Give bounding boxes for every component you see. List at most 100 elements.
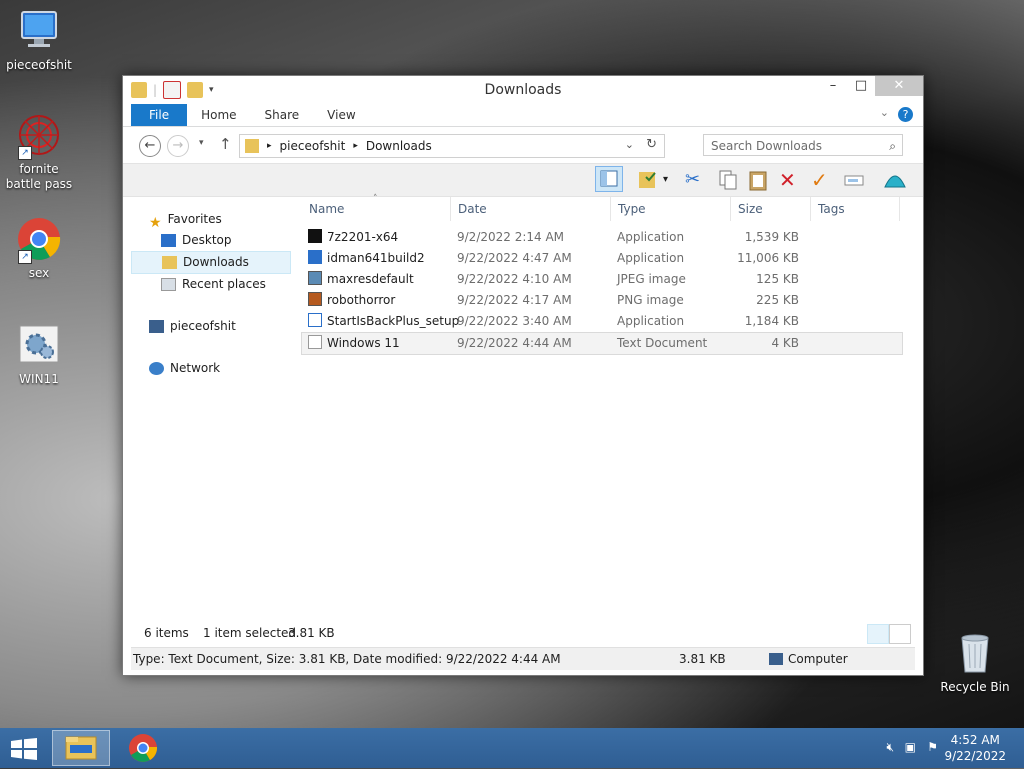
sort-caret-icon: ˄: [373, 194, 378, 204]
chrome-icon: ↗: [16, 216, 62, 264]
file-name: Windows 11: [327, 336, 400, 350]
recycle-bin-icon: [952, 630, 998, 676]
back-button[interactable]: ←: [139, 135, 161, 157]
column-header-date[interactable]: Date: [450, 197, 611, 221]
start-button[interactable]: [10, 738, 38, 760]
cut-icon[interactable]: ✂: [685, 169, 707, 191]
nav-network[interactable]: Network: [131, 358, 291, 379]
file-row-selected[interactable]: Windows 11 9/22/2022 4:44 AM Text Docume…: [301, 332, 903, 355]
details-location: Computer: [788, 652, 848, 666]
desktop-icon-label: fornite battle pass: [5, 162, 73, 191]
delete-icon[interactable]: ✕: [779, 169, 801, 191]
file-name: robothorror: [327, 293, 396, 307]
desktop-icon-label: sex: [28, 266, 50, 280]
column-header-type[interactable]: Type: [610, 197, 731, 221]
computer-small-icon: [769, 653, 783, 665]
dropdown-arrow-icon[interactable]: ▾: [663, 169, 673, 191]
star-icon: ★: [149, 215, 162, 231]
shell-icon[interactable]: [883, 169, 906, 191]
nav-downloads[interactable]: Downloads: [131, 251, 291, 274]
address-bar[interactable]: ▸ pieceofshit ▸ Downloads ⌄ ↻: [239, 134, 665, 158]
breadcrumb-downloads[interactable]: Downloads: [366, 139, 432, 153]
desktop-icon-fornite[interactable]: ↗ fornite battle pass: [1, 112, 77, 192]
taskbar-chrome[interactable]: [114, 730, 172, 766]
downloads-folder-icon: [245, 139, 259, 153]
paste-icon[interactable]: [747, 169, 769, 191]
file-date: 9/22/2022 3:40 AM: [457, 314, 572, 328]
preview-pane-icon[interactable]: [595, 166, 623, 192]
column-header-tags[interactable]: Tags: [810, 197, 900, 221]
checkmark-icon[interactable]: ✓: [811, 169, 833, 191]
search-input[interactable]: Search Downloads ⌕: [703, 134, 903, 156]
file-row[interactable]: robothorror 9/22/2022 4:17 AM PNG image …: [301, 290, 903, 311]
file-date: 9/2/2022 2:14 AM: [457, 230, 565, 244]
help-icon[interactable]: ?: [898, 107, 913, 122]
action-center-icon[interactable]: ⚑: [927, 740, 938, 754]
new-folder-toolbar-icon[interactable]: [637, 169, 659, 191]
file-type: PNG image: [617, 293, 684, 307]
desktop-icon-win11[interactable]: WIN11: [1, 322, 77, 387]
column-header-size[interactable]: Size: [730, 197, 811, 221]
clock-time: 4:52 AM: [950, 733, 1000, 747]
file-type: Application: [617, 314, 685, 328]
recent-locations-dropdown[interactable]: ▾: [199, 138, 204, 148]
file-date: 9/22/2022 4:47 AM: [457, 251, 572, 265]
nav-desktop[interactable]: Desktop: [131, 230, 291, 251]
file-row[interactable]: StartIsBackPlus_setup 9/22/2022 3:40 AM …: [301, 311, 903, 332]
file-row[interactable]: maxresdefault 9/22/2022 4:10 AM JPEG ima…: [301, 269, 903, 290]
recent-places-icon: [161, 278, 176, 291]
installer-icon: [308, 313, 322, 327]
nav-favorites[interactable]: ★ Favorites: [131, 209, 291, 231]
file-row[interactable]: 7z2201-x64 9/2/2022 2:14 AM Application …: [301, 227, 903, 248]
file-row[interactable]: idman641build2 9/22/2022 4:47 AM Applica…: [301, 248, 903, 269]
chevron-down-icon[interactable]: ⌄: [880, 106, 889, 119]
breadcrumb-separator: ▸: [267, 141, 272, 151]
computer-icon: [16, 8, 62, 54]
search-placeholder: Search Downloads: [711, 139, 822, 153]
close-button[interactable]: ✕: [875, 76, 923, 96]
tab-home[interactable]: Home: [187, 104, 250, 126]
column-header-name[interactable]: ˄ Name: [301, 194, 451, 221]
refresh-icon[interactable]: ↻: [646, 137, 657, 152]
maximize-button[interactable]: □: [847, 76, 875, 96]
shortcut-arrow-icon: ↗: [18, 146, 32, 160]
volume-muted-icon[interactable]: 🔇︎: [886, 740, 894, 755]
clock-date: 9/22/2022: [944, 749, 1006, 763]
search-icon[interactable]: ⌕: [889, 135, 896, 157]
nav-recent-places[interactable]: Recent places: [131, 274, 291, 295]
image-icon: [308, 271, 322, 285]
desktop-icon-computer[interactable]: pieceofshit: [1, 8, 77, 73]
file-size: 1,184 KB: [744, 314, 799, 328]
image-icon: [308, 292, 322, 306]
tab-file[interactable]: File: [131, 104, 188, 126]
details-text: Type: Text Document, Size: 3.81 KB, Date…: [133, 652, 561, 666]
forward-button[interactable]: →: [167, 135, 189, 157]
rename-icon[interactable]: [843, 169, 865, 191]
copy-icon[interactable]: [717, 169, 739, 191]
minimize-button[interactable]: –: [819, 76, 847, 96]
file-type: Application: [617, 230, 685, 244]
address-dropdown-icon[interactable]: ⌄: [625, 138, 634, 151]
breadcrumb-computer[interactable]: pieceofshit: [280, 139, 346, 153]
tab-view[interactable]: View: [313, 104, 369, 126]
nav-computer[interactable]: pieceofshit: [131, 316, 291, 337]
desktop-icon-label: WIN11: [19, 372, 59, 386]
file-date: 9/22/2022 4:44 AM: [457, 336, 572, 350]
details-view-button[interactable]: [867, 624, 889, 644]
file-size: 225 KB: [756, 293, 799, 307]
breadcrumb-separator: ▸: [353, 141, 358, 151]
item-count: 6 items: [144, 626, 189, 640]
details-bar: Type: Text Document, Size: 3.81 KB, Date…: [131, 647, 915, 670]
up-button[interactable]: ↑: [219, 135, 232, 153]
network-tray-icon[interactable]: ▣: [905, 740, 916, 754]
7zip-icon: [308, 229, 322, 243]
desktop-icon-chrome[interactable]: ↗ sex: [1, 216, 77, 281]
tab-share[interactable]: Share: [251, 104, 314, 126]
large-icons-view-button[interactable]: [889, 624, 911, 644]
file-name: idman641build2: [327, 251, 425, 265]
clock[interactable]: 4:52 AM 9/22/2022: [944, 732, 1006, 764]
desktop-icon-recycle-bin[interactable]: Recycle Bin: [937, 630, 1013, 695]
settings-gear-icon: [16, 322, 62, 368]
taskbar-file-explorer[interactable]: [52, 730, 110, 766]
title-bar[interactable]: | ▾ Downloads – □ ✕: [123, 76, 923, 104]
